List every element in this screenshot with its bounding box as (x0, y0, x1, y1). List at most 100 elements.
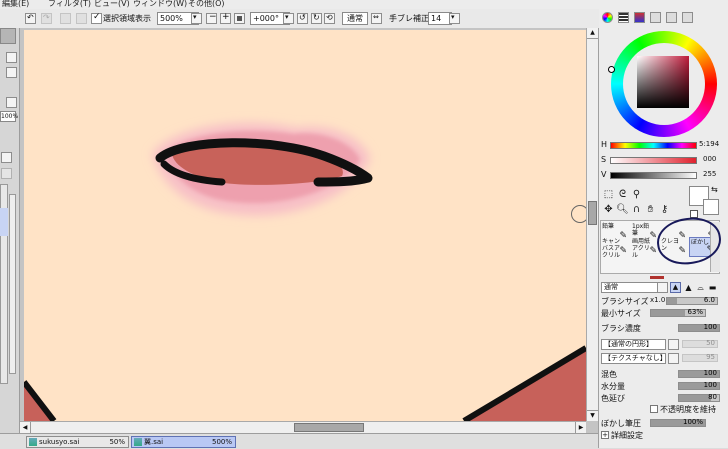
menu-bar: 編集(E) フィルタ(T) ビュー(V) ウィンドウ(W) その他(O) (0, 0, 728, 9)
magic-wand-icon[interactable]: ⚲ (630, 188, 643, 201)
rgb-slider-mode-icon[interactable] (618, 12, 629, 23)
document-tab[interactable]: sukusyo.sai 50% (26, 436, 129, 448)
brush-size-value: 6.0 (703, 296, 715, 304)
opacity-field[interactable]: 100% (0, 111, 18, 122)
rotation-reset-button[interactable]: ⟲ (324, 13, 335, 24)
scroll-up-icon[interactable]: ▲ (587, 28, 598, 39)
value-slider[interactable] (610, 172, 697, 179)
panel-button-2[interactable] (6, 67, 17, 78)
brush-density-slider[interactable]: 100 (678, 323, 720, 332)
hand-tool-icon[interactable]: ✋︎ (644, 203, 657, 216)
details-button[interactable]: 詳細設定 (611, 430, 643, 441)
move-tool-icon[interactable]: ✥ (602, 203, 615, 216)
layer-scrollbar[interactable] (9, 194, 16, 374)
rotate-right-button[interactable]: ↻ (311, 13, 322, 24)
mix-value: 100 (703, 369, 717, 377)
brush-shape-flat-icon[interactable]: ▬ (707, 282, 718, 293)
canvas[interactable] (24, 30, 586, 421)
chevron-down-icon[interactable] (668, 339, 679, 350)
scratchpad-mode-icon[interactable] (666, 12, 677, 23)
texture-strength[interactable]: 95 (682, 353, 718, 362)
artwork (24, 123, 586, 421)
redo-button[interactable]: ↷ (41, 13, 52, 24)
menu-filter[interactable]: フィルタ(T) (48, 0, 91, 9)
scroll-left-icon[interactable]: ◀ (20, 422, 31, 433)
brush-tool-label: 1px鉛筆 (632, 223, 650, 237)
blur-pressure-slider[interactable]: 100% (650, 418, 706, 427)
zoom-out-button[interactable]: − (206, 12, 217, 24)
chevron-down-icon: ▾ (451, 13, 455, 21)
color-swatch-mode-icon[interactable] (650, 12, 661, 23)
zoom-tool-icon[interactable]: 🔍︎ (616, 203, 629, 216)
saturation-value-square[interactable] (637, 56, 689, 108)
brush-tool-5[interactable]: キャンバスアクリル ✎ (601, 237, 629, 257)
zoom-in-button[interactable]: + (220, 12, 231, 24)
selected-layer-row[interactable] (0, 208, 8, 236)
keep-opacity-checkbox[interactable] (650, 405, 658, 413)
blend-mode-button[interactable]: 通常 (342, 12, 368, 25)
rotate-left-button[interactable]: ↺ (297, 13, 308, 24)
swap-colors-icon[interactable]: ⇆ (711, 185, 718, 194)
menu-view[interactable]: ビュー(V) (94, 0, 130, 9)
water-label: 水分量 (601, 382, 625, 391)
panel-button-1[interactable] (6, 52, 17, 63)
brush-shape-medium-icon[interactable]: ▲ (683, 282, 694, 293)
menu-window[interactable]: ウィンドウ(W) (133, 0, 187, 9)
secondary-color-swatch[interactable] (703, 199, 719, 215)
deselect-button[interactable] (60, 13, 71, 24)
color-stretch-slider[interactable]: 80 (678, 393, 720, 402)
brush-shape-strength[interactable]: 50 (682, 339, 718, 348)
undo-button[interactable]: ↶ (25, 13, 36, 24)
selection-tool-icon[interactable]: ⬚ (602, 188, 615, 201)
new-folder-button[interactable] (1, 168, 12, 179)
texture-select[interactable]: 【テクスチャなし】 (601, 353, 667, 364)
chevron-down-icon[interactable] (668, 353, 679, 364)
brush-tool-label: 鉛筆 (602, 223, 615, 230)
selection-display-checkbox[interactable]: ✓ (91, 12, 102, 24)
lasso-tool-icon[interactable]: ᘓ (616, 188, 629, 201)
hue-marker[interactable] (608, 66, 615, 73)
texture-value: 95 (706, 353, 715, 361)
zoom-dropdown-button[interactable]: ▾ (191, 13, 202, 24)
zoom-reset-button[interactable] (234, 13, 245, 24)
saturation-slider[interactable] (610, 157, 697, 164)
flip-canvas-button[interactable]: ⇔ (371, 13, 382, 24)
brush-tool-6[interactable]: 画用紙アクリル ✎ (631, 237, 659, 257)
v-label: V (601, 170, 607, 179)
hsv-slider-mode-icon[interactable] (634, 12, 645, 23)
invert-selection-button[interactable] (76, 13, 87, 24)
navigator-thumbnail (0, 28, 16, 44)
rotation-dropdown-button[interactable]: ▾ (283, 13, 294, 24)
file-icon (134, 438, 142, 446)
color-history-mode-icon[interactable] (682, 12, 693, 23)
scroll-right-icon[interactable]: ▶ (575, 422, 586, 433)
rotate-left-icon: ↺ (299, 13, 306, 22)
plus-icon[interactable]: + (601, 431, 609, 439)
new-layer-button[interactable] (1, 152, 12, 163)
vertical-scroll-thumb[interactable] (588, 201, 597, 225)
mix-slider[interactable]: 100 (678, 369, 720, 378)
document-tab-name: sukusyo.sai (39, 438, 80, 446)
rotate-tool-icon[interactable]: ∩ (630, 203, 643, 216)
min-size-slider[interactable]: 63% (650, 308, 706, 317)
water-slider[interactable]: 100 (678, 381, 720, 390)
brush-size-multiplier[interactable]: x1.0 (650, 296, 665, 304)
chevron-down-icon[interactable] (657, 282, 668, 293)
brush-grid-resize-handle[interactable] (650, 276, 664, 279)
scroll-down-icon[interactable]: ▼ (587, 410, 598, 421)
menu-other[interactable]: その他(O) (188, 0, 225, 9)
menu-edit[interactable]: 編集(E) (2, 0, 29, 9)
document-tab-zoom: 50% (109, 438, 125, 446)
panel-button-3[interactable] (6, 97, 17, 108)
brush-shape-select[interactable]: 【通常の円形】 (601, 339, 666, 350)
brush-shape-round-icon[interactable]: ⌓ (695, 282, 706, 293)
eyedropper-icon[interactable]: ⚷ (658, 203, 671, 216)
document-tab-active[interactable]: 翼.sai 500% (131, 436, 236, 448)
color-wheel-mode-icon[interactable] (602, 12, 613, 23)
hue-slider[interactable] (610, 142, 697, 149)
brush-shape-sharp-icon[interactable]: ▲ (670, 282, 681, 293)
horizontal-scroll-thumb[interactable] (294, 423, 364, 432)
blur-pressure-label: ぼかし筆圧 (601, 419, 641, 428)
stabilizer-dropdown-button[interactable]: ▾ (449, 13, 460, 24)
brush-size-slider[interactable]: 6.0 (666, 296, 718, 305)
